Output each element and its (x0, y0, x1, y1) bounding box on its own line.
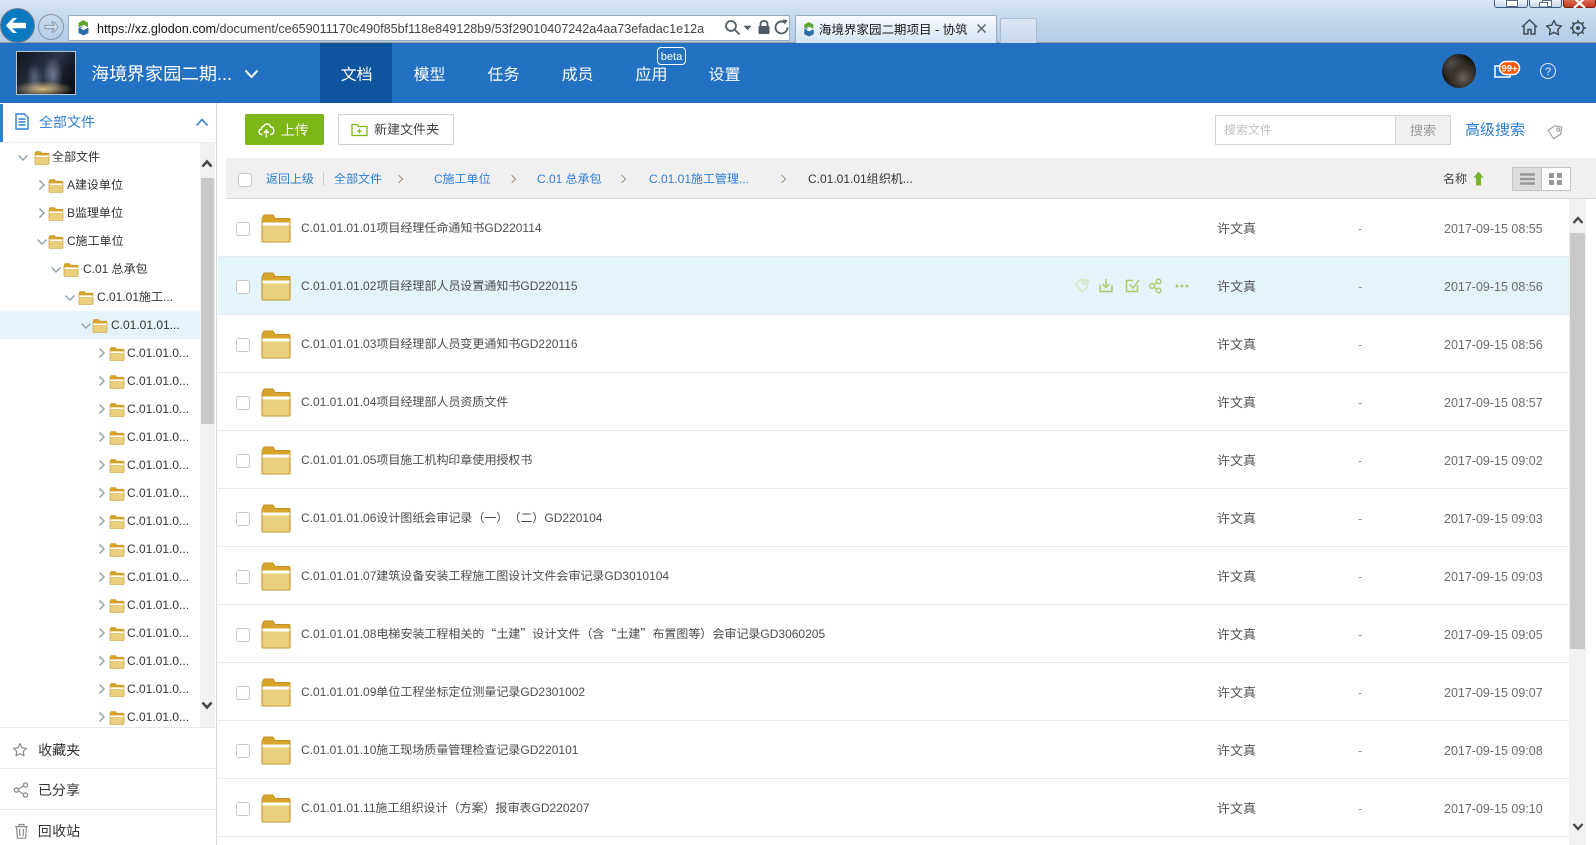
svg-text:99+: 99+ (1501, 64, 1518, 75)
